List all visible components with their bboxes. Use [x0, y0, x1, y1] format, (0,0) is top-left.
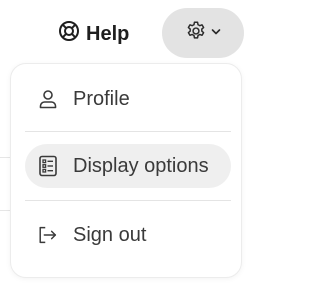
user-icon [37, 88, 59, 110]
help-button[interactable]: Help [58, 15, 142, 51]
list-settings-icon [37, 155, 59, 177]
help-label: Help [86, 23, 130, 45]
menu-item-label: Sign out [73, 223, 147, 246]
settings-menu-button[interactable] [162, 8, 244, 58]
menu-divider [25, 200, 231, 201]
chevron-down-icon [211, 24, 221, 42]
menu-item-profile[interactable]: Profile [25, 77, 231, 121]
menu-item-label: Display options [73, 154, 209, 177]
sign-out-icon [37, 224, 59, 246]
menu-divider [25, 131, 231, 132]
lifebuoy-icon [58, 20, 80, 47]
gear-icon [185, 20, 207, 47]
menu-item-sign-out[interactable]: Sign out [25, 213, 231, 257]
menu-item-label: Profile [73, 87, 130, 110]
menu-item-display-options[interactable]: Display options [25, 144, 231, 188]
settings-dropdown-menu: Profile Display options Sign out [10, 63, 242, 278]
